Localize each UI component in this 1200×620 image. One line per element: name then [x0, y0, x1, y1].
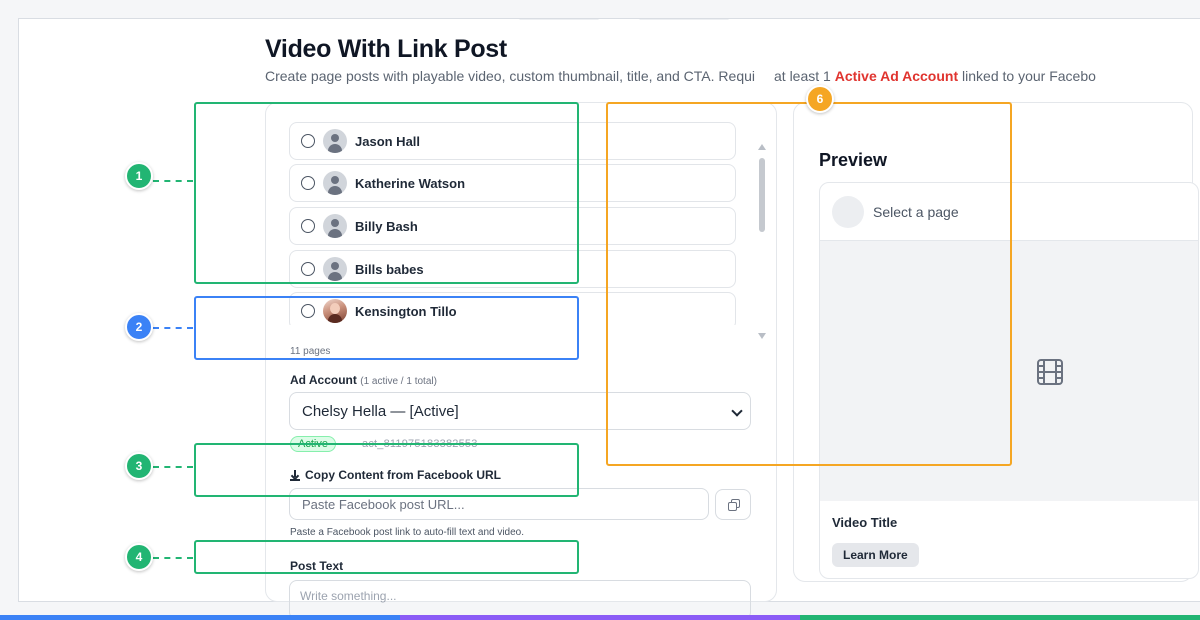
- annotation-box-6: [606, 102, 1012, 466]
- film-icon: [1037, 359, 1063, 385]
- annotation-leader-4: [153, 557, 193, 559]
- ad-account-label: Ad Account (1 active / 1 total): [290, 373, 437, 387]
- annotation-box-4: [194, 540, 579, 574]
- annotation-box-3: [194, 443, 579, 497]
- copy-button[interactable]: [715, 489, 751, 520]
- active-ad-account-highlight: Active Ad Account: [834, 68, 959, 84]
- annotation-leader-2: [153, 327, 193, 329]
- page-subtitle: Create page posts with playable video, c…: [265, 68, 1096, 84]
- preview-video-title: Video Title: [832, 515, 898, 530]
- annotation-box-1: [194, 102, 579, 284]
- post-text-textarea[interactable]: Write something...: [289, 580, 751, 620]
- bottom-color-bar: [0, 615, 1200, 620]
- annotation-leader-3: [153, 466, 193, 468]
- url-hint-text: Paste a Facebook post link to auto-fill …: [290, 527, 525, 538]
- ad-account-selected-value: Chelsy Hella — [Active]: [302, 402, 459, 420]
- annotation-box-2: [194, 296, 579, 360]
- annotation-badge-1: 1: [125, 162, 153, 190]
- annotation-badge-2: 2: [125, 313, 153, 341]
- preview-cta-button: Learn More: [832, 543, 919, 567]
- top-tab-indicators: [519, 19, 819, 21]
- annotation-badge-4: 4: [125, 543, 153, 571]
- annotation-leader-1: [153, 180, 193, 182]
- annotation-badge-6: 6: [806, 85, 834, 113]
- annotation-badge-3: 3: [125, 452, 153, 480]
- page-title: Video With Link Post: [265, 35, 507, 63]
